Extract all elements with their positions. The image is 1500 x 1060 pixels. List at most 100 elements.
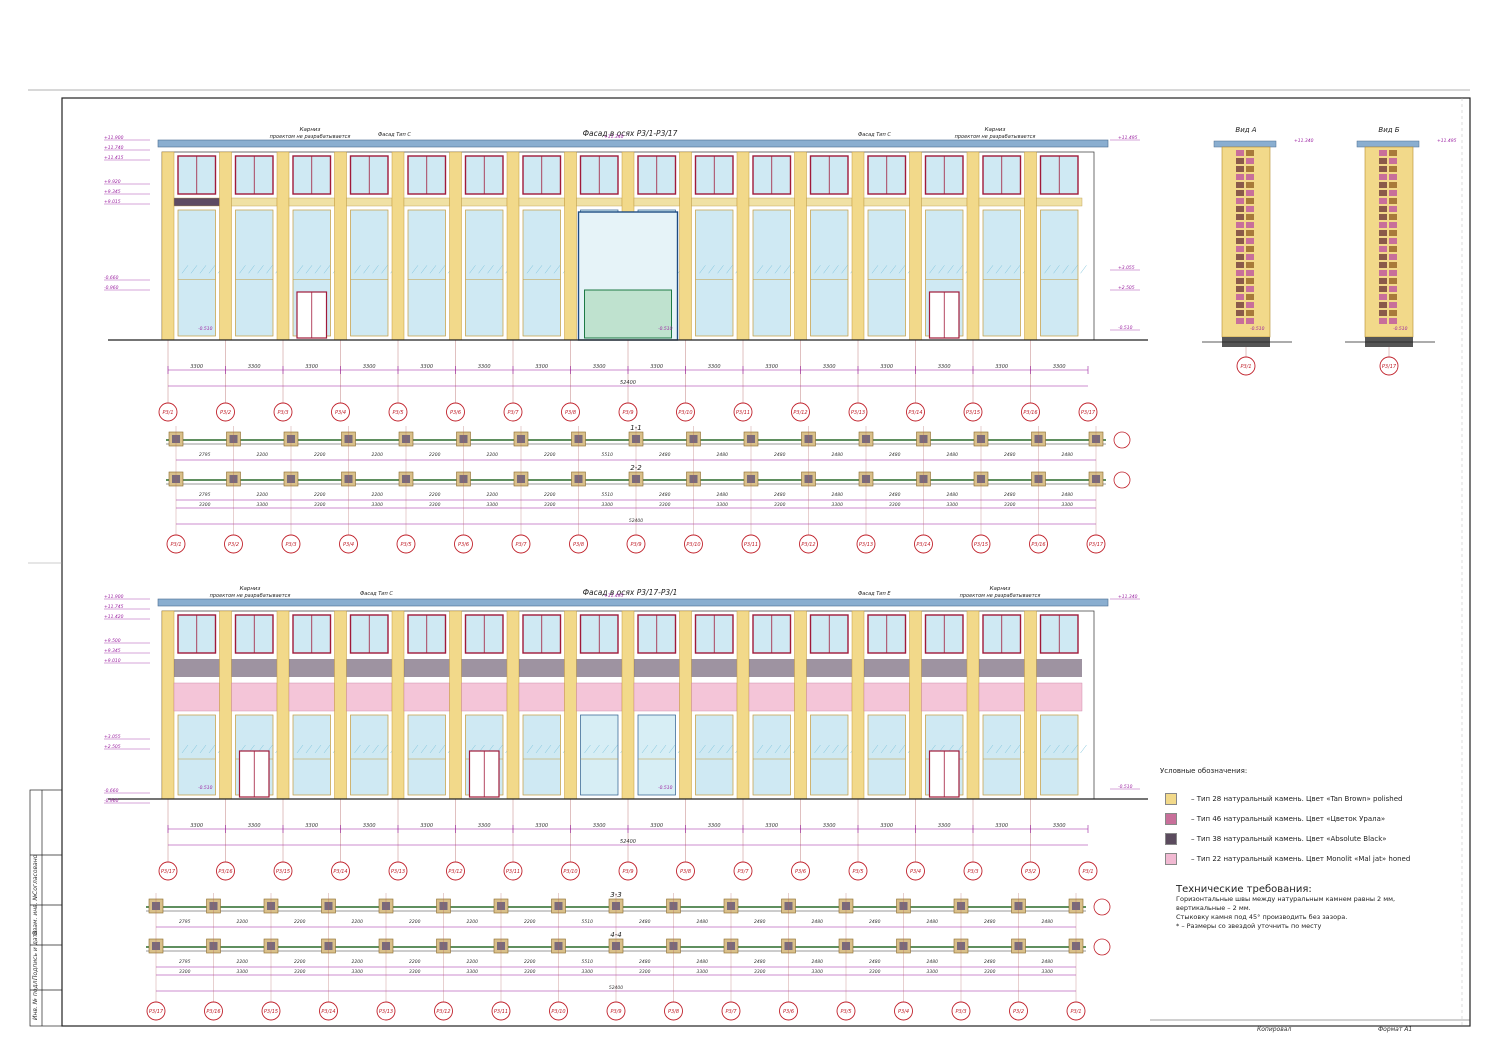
stone-tile: [1236, 302, 1244, 308]
view-cornice: [1356, 140, 1420, 148]
lower-glazing: [752, 209, 791, 337]
stone-tile: [1236, 198, 1244, 204]
bay-dimension: 3300: [467, 969, 479, 975]
tech-line: Горизонтальные швы между натуральным кам…: [1176, 895, 1396, 903]
bay-dimension: 3300: [190, 823, 203, 829]
stamp-side-4: Согласовано: [32, 854, 39, 895]
axis-label: Р3/3: [967, 869, 978, 875]
spandrel: [633, 197, 680, 207]
axis-label: Р3/17: [1081, 410, 1096, 416]
spandrel: [403, 197, 450, 207]
legend-swatch: [1165, 833, 1177, 845]
plan-dimension: 2200: [237, 919, 249, 925]
elevation-mark: +11.415: [104, 155, 124, 161]
plan-dimension: 2200: [429, 492, 441, 498]
stone-band: [863, 682, 910, 712]
cornice-note: проектом не разрабатывается: [210, 593, 291, 599]
stone-tile: [1236, 286, 1244, 292]
elevation-mark-right: +11.340: [1118, 594, 1138, 600]
plan-dimension: 2480: [697, 959, 709, 965]
axis-label: Р3/7: [737, 869, 749, 875]
legend-swatch: [1165, 853, 1177, 865]
legend-title: Условные обозначения:: [1160, 767, 1248, 775]
legend-text: – Тип 28 натуральный камень. Цвет «Tan B…: [1191, 795, 1403, 803]
stone-tile: [1379, 238, 1387, 244]
stone-pier: [161, 151, 175, 341]
cornice-label-right: Карниз: [990, 586, 1011, 592]
bay-dimension: 3300: [363, 823, 376, 829]
axis-label: Р3/16: [1023, 410, 1037, 416]
plan-dimension: 2200: [467, 959, 479, 965]
plan-dimension: 2480: [659, 492, 671, 498]
axis-label: Р3/17: [161, 869, 176, 875]
axis-label: Р3/10: [551, 1009, 565, 1015]
bay-dimension: 3300: [765, 823, 778, 829]
plan-dimension: 2200: [372, 452, 384, 458]
elevation-mark: +11.900: [104, 135, 124, 141]
plan-dimension: 2200: [257, 452, 269, 458]
bay-dimension: 3300: [314, 502, 326, 508]
view-title: Вид Б: [1378, 126, 1399, 134]
bay-dimension: 3300: [478, 364, 491, 370]
stone-tile: [1246, 150, 1254, 156]
bay-dimension: 3300: [593, 364, 606, 370]
bay-dimension: 3300: [199, 502, 211, 508]
axis-label: Р3/8: [668, 1009, 679, 1015]
spandrel: [806, 659, 852, 677]
spandrel: [461, 659, 507, 677]
spandrel: [1036, 197, 1083, 207]
spandrel: [346, 659, 392, 677]
bay-dimension: 3300: [535, 364, 548, 370]
elevation-mark-low: -0.510: [658, 326, 673, 332]
facade-elevation-top: 3300 3300 3300 3300 3300 3300 3300 3300 3300 3300…: [104, 127, 1148, 422]
stone-tile: [1389, 198, 1397, 204]
elevation-mark: +9.500: [104, 638, 121, 644]
stone-tile: [1389, 286, 1397, 292]
elevation-mark: -0.960: [104, 798, 119, 804]
stone-tile: [1379, 254, 1387, 260]
elevation-mark: +9.345: [104, 189, 121, 195]
axis-label: Р3/16: [218, 869, 232, 875]
elevation-mark: -0.660: [104, 275, 119, 281]
stone-tile: [1236, 278, 1244, 284]
elevation-mark: +9.345: [104, 648, 121, 654]
spandrel: [921, 659, 967, 677]
axis-label: Р3/17: [1089, 542, 1104, 548]
facade-type-label: Фасад Тип С: [360, 591, 393, 597]
lower-glazing: [810, 714, 849, 796]
axis-label: Р3/11: [506, 869, 520, 875]
stone-tile: [1236, 318, 1244, 324]
plan-dimension: 2200: [352, 919, 364, 925]
elevation-mark: +3.055: [104, 734, 121, 740]
facade-type-label-right: Фасад Тип Е: [858, 591, 891, 597]
stone-pier: [621, 610, 635, 800]
stone-tile: [1236, 294, 1244, 300]
bay-dimension: 3300: [544, 502, 556, 508]
spandrel: [921, 197, 968, 207]
bay-dimension: 3300: [717, 502, 729, 508]
axis-label: Р3/15: [264, 1009, 278, 1015]
plan-dimension: 2480: [1004, 452, 1016, 458]
stone-tile: [1246, 294, 1254, 300]
lower-glazing: [235, 209, 274, 337]
bay-dimension: 3300: [708, 823, 721, 829]
plan-dimension: 2200: [352, 959, 364, 965]
plan-dimension: 2200: [429, 452, 441, 458]
stamp-format: Формат А1: [1378, 1026, 1413, 1033]
axis-label: Р3/9: [622, 869, 633, 875]
bay-dimension: 3300: [823, 364, 836, 370]
axis-label: Р3/17: [1382, 364, 1397, 370]
axis-label: Р3/12: [793, 410, 807, 416]
stone-tile: [1236, 150, 1244, 156]
bay-dimension: 3300: [639, 969, 651, 975]
elevation-mark-low: -0.510: [198, 326, 213, 332]
spandrel: [979, 659, 1025, 677]
elevation-mark: -0.960: [104, 285, 119, 291]
stone-pier: [794, 151, 807, 341]
legend-item: – Тип 38 натуральный камень. Цвет «Absol…: [1165, 833, 1387, 845]
bay-dimension: 3300: [1042, 969, 1054, 975]
axis-label: Р3/3: [277, 410, 288, 416]
legend-text: – Тип 46 натуральный камень. Цвет «Цвето…: [1191, 815, 1386, 823]
elevation-mark-mid: +11.340: [604, 134, 624, 140]
axis-label: Р3/17: [149, 1009, 164, 1015]
